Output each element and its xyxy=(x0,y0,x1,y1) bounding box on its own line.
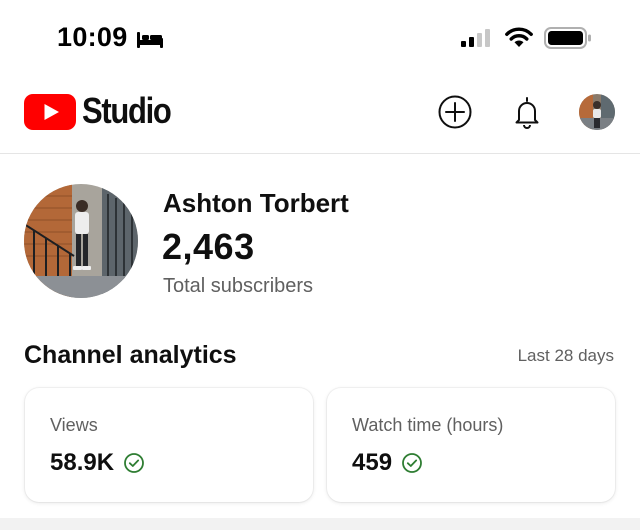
status-bar: 10:09 xyxy=(0,0,640,78)
cellular-signal-icon xyxy=(461,29,490,47)
period-label: Last 28 days xyxy=(517,346,614,365)
battery-icon xyxy=(544,27,591,49)
analytics-title: Channel analytics xyxy=(24,341,237,369)
watch-time-value: 459 xyxy=(352,449,393,476)
check-circle-icon xyxy=(124,453,144,473)
views-value: 58.9K xyxy=(50,449,115,476)
views-value-row: 58.9K xyxy=(50,449,145,477)
bed-icon xyxy=(137,32,163,48)
watch-time-label: Watch time (hours) xyxy=(352,415,504,435)
subscriber-count: 2,463 xyxy=(162,226,255,267)
avatar[interactable] xyxy=(579,94,615,130)
youtube-logo-icon xyxy=(24,94,76,130)
watch-time-value-row: 459 xyxy=(352,449,423,477)
status-time: 10:09 xyxy=(57,22,128,52)
views-label: Views xyxy=(50,415,98,435)
channel-name: Ashton Torbert xyxy=(163,188,349,218)
studio-logo-text: Studio xyxy=(82,90,172,131)
views-card[interactable]: Views 58.9K xyxy=(25,388,313,502)
bell-icon[interactable] xyxy=(509,94,545,130)
check-circle-icon xyxy=(402,453,422,473)
app-header: Studio xyxy=(0,78,640,154)
bottom-divider xyxy=(0,518,640,530)
subscriber-label: Total subscribers xyxy=(163,275,314,297)
watch-time-card[interactable]: Watch time (hours) 459 xyxy=(327,388,615,502)
wifi-icon xyxy=(505,27,533,47)
create-icon[interactable] xyxy=(437,94,473,130)
channel-avatar xyxy=(24,184,138,298)
